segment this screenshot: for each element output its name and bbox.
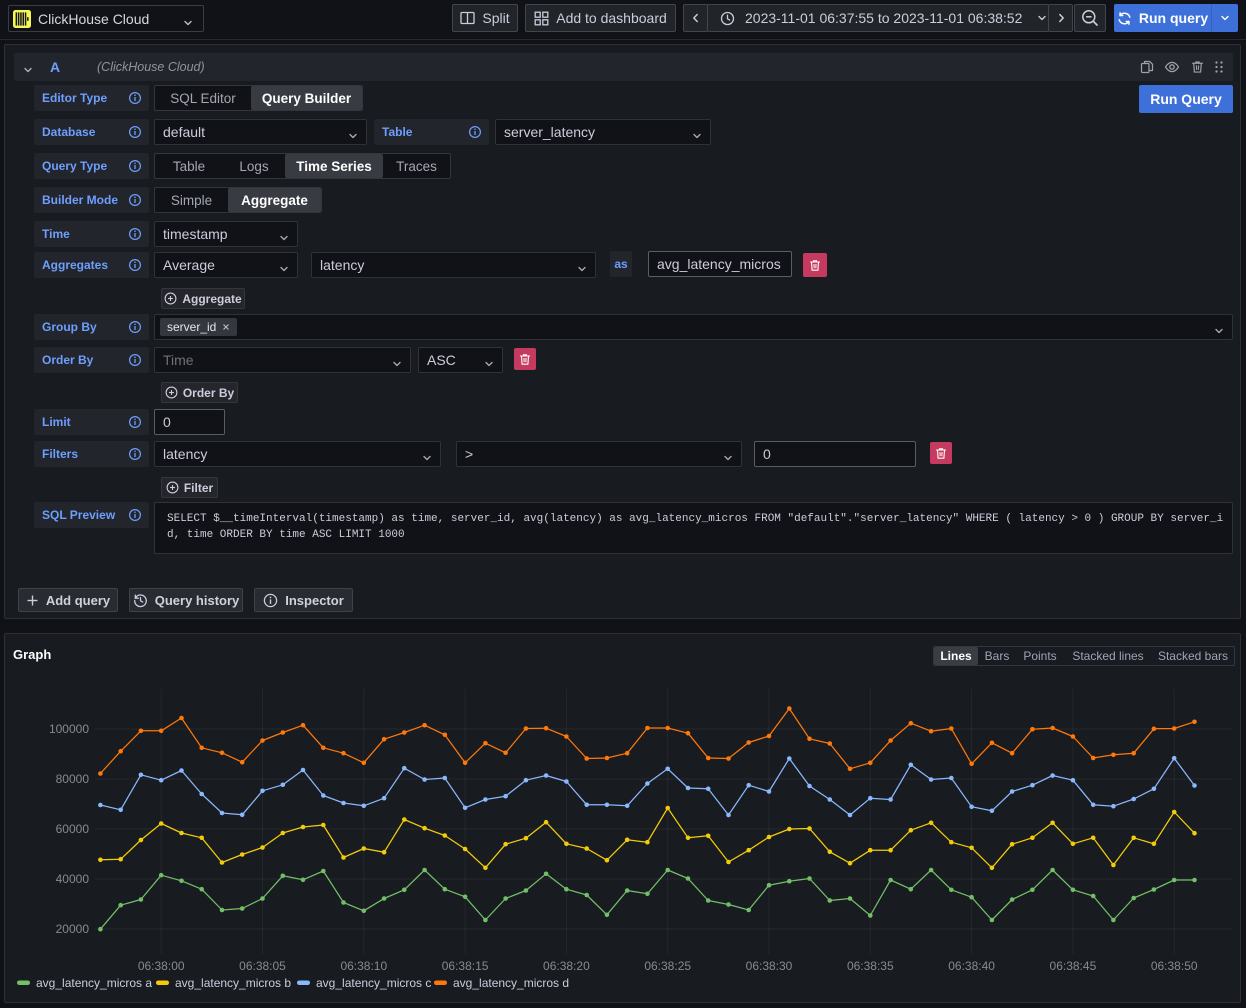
svg-text:100000: 100000 <box>49 722 89 736</box>
svg-text:20000: 20000 <box>56 922 90 936</box>
svg-text:avg_latency_micros c: avg_latency_micros c <box>316 976 431 990</box>
svg-text:avg_latency_micros a: avg_latency_micros a <box>36 976 152 990</box>
svg-text:06:38:50: 06:38:50 <box>1151 959 1198 973</box>
svg-text:06:38:00: 06:38:00 <box>138 959 185 973</box>
svg-text:06:38:30: 06:38:30 <box>746 959 793 973</box>
svg-text:06:38:40: 06:38:40 <box>948 959 995 973</box>
svg-text:80000: 80000 <box>56 772 90 786</box>
svg-text:60000: 60000 <box>56 822 90 836</box>
svg-text:06:38:15: 06:38:15 <box>442 959 489 973</box>
svg-text:06:38:20: 06:38:20 <box>543 959 590 973</box>
svg-text:06:38:05: 06:38:05 <box>239 959 286 973</box>
svg-text:06:38:25: 06:38:25 <box>644 959 691 973</box>
svg-text:40000: 40000 <box>56 872 90 886</box>
svg-text:avg_latency_micros d: avg_latency_micros d <box>453 976 569 990</box>
svg-text:06:38:35: 06:38:35 <box>847 959 894 973</box>
svg-text:06:38:10: 06:38:10 <box>340 959 387 973</box>
svg-text:avg_latency_micros b: avg_latency_micros b <box>175 976 291 990</box>
svg-text:06:38:45: 06:38:45 <box>1050 959 1097 973</box>
